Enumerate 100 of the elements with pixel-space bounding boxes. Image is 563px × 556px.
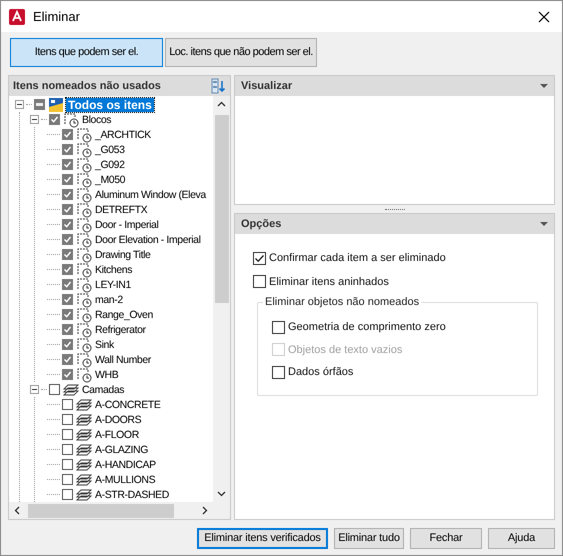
checkbox[interactable] (272, 366, 285, 379)
layers-icon (76, 412, 92, 428)
sort-icon[interactable] (210, 78, 226, 94)
tree-item[interactable]: A-FLOOR (94, 428, 140, 442)
tree-item[interactable]: _ARCHTICK (94, 128, 152, 142)
scroll-right-icon[interactable] (202, 506, 208, 515)
checkbox[interactable] (62, 219, 73, 230)
checkbox[interactable] (34, 99, 45, 110)
dialog-button[interactable]: Fechar (410, 528, 482, 549)
checkbox[interactable] (253, 252, 266, 265)
horizontal-scrollbar[interactable] (9, 502, 230, 519)
tree-item[interactable]: Camadas (81, 382, 126, 396)
scroll-up-icon[interactable] (217, 101, 226, 107)
checkbox[interactable] (62, 474, 73, 485)
checkbox[interactable] (62, 444, 73, 455)
block-icon (76, 352, 92, 368)
close-icon[interactable] (538, 10, 550, 22)
tree-item[interactable]: LEY-IN1 (94, 278, 132, 292)
collapse-icon[interactable] (540, 84, 548, 88)
checkbox[interactable] (62, 249, 73, 260)
layers-icon (76, 486, 92, 502)
tree-item[interactable]: Todos os itens (66, 98, 154, 112)
tree-item[interactable]: Door Elevation - Imperial (94, 232, 202, 246)
option-label: Geometria de comprimento zero (288, 320, 446, 335)
block-icon (76, 276, 92, 292)
panel-header[interactable]: Opções (235, 214, 554, 234)
checkbox[interactable] (62, 309, 73, 320)
tree-item[interactable]: Refrigerator (94, 322, 147, 336)
tree-item[interactable]: Kitchens (94, 262, 134, 276)
tree-item[interactable]: man-2 (94, 292, 124, 306)
checkbox[interactable] (62, 369, 73, 380)
checkbox[interactable] (62, 189, 73, 200)
tree-item[interactable]: DETREFTX (94, 202, 148, 216)
tree-item[interactable]: WHB (94, 368, 120, 382)
panel-header[interactable]: Visualizar (235, 76, 554, 96)
collapse-icon[interactable] (540, 222, 548, 226)
tree-item[interactable]: Sink (94, 338, 115, 352)
checkbox[interactable] (62, 429, 73, 440)
tree-item[interactable]: Drawing Title (94, 248, 152, 262)
tree-item[interactable]: Aluminum Window (Eleva (94, 188, 207, 202)
checkbox[interactable] (49, 114, 60, 125)
checkbox[interactable] (62, 144, 73, 155)
checkbox[interactable] (253, 275, 266, 288)
checkbox[interactable] (62, 414, 73, 425)
tree-item[interactable]: Wall Number (94, 352, 152, 366)
vertical-scrollbar[interactable] (213, 96, 230, 502)
checkbox[interactable] (62, 354, 73, 365)
checkbox[interactable] (49, 384, 60, 395)
checkbox[interactable] (62, 324, 73, 335)
tree-item[interactable]: _M050 (94, 172, 126, 186)
checkbox[interactable] (62, 159, 73, 170)
collapse-toggle[interactable] (30, 115, 39, 124)
panel-title: Itens nomeados não usados (13, 78, 162, 94)
tree-item[interactable]: Blocos (81, 112, 112, 126)
scroll-down-icon[interactable] (217, 491, 226, 497)
tree-item[interactable]: Door - Imperial (94, 218, 160, 232)
block-icon (76, 202, 92, 218)
tree-item[interactable]: A-STR-DASHED (94, 488, 170, 502)
dialog-button[interactable]: Ajuda (488, 528, 555, 549)
block-icon (76, 246, 92, 262)
tree-item[interactable]: A-GLAZING (94, 442, 149, 456)
tree-item[interactable]: A-CONCRETE (94, 398, 162, 412)
tab[interactable]: Loc. itens que não podem ser el. (165, 38, 317, 67)
tree-item[interactable]: _G092 (94, 158, 126, 172)
checkbox[interactable] (62, 399, 73, 410)
scroll-thumb[interactable] (214, 115, 228, 303)
block-icon (63, 112, 79, 128)
block-icon (76, 232, 92, 248)
checkbox[interactable] (62, 129, 73, 140)
tree-item[interactable]: _G053 (94, 142, 126, 156)
block-icon (76, 262, 92, 278)
tab[interactable]: Itens que podem ser el. (10, 38, 163, 67)
layers-icon (76, 472, 92, 488)
scroll-left-icon[interactable] (14, 506, 20, 515)
checkbox[interactable] (62, 339, 73, 350)
tree-item[interactable]: Range_Oven (94, 308, 154, 322)
checkbox[interactable] (62, 489, 73, 500)
layers-icon (76, 442, 92, 458)
dialog-button[interactable]: Eliminar tudo (334, 528, 404, 549)
block-icon (76, 172, 92, 188)
layers-icon (76, 426, 92, 442)
checkbox[interactable] (62, 204, 73, 215)
tree-item[interactable]: A-DOORS (94, 412, 142, 426)
tree-item[interactable]: A-MULLIONS (94, 472, 156, 486)
checkbox[interactable] (62, 264, 73, 275)
checkbox[interactable] (272, 320, 285, 334)
window-title: Eliminar (33, 8, 80, 26)
option-label: Objetos de texto vazios (288, 342, 402, 358)
checkbox[interactable] (62, 294, 73, 305)
checkbox[interactable] (62, 234, 73, 245)
checkbox[interactable] (62, 279, 73, 290)
dialog-button[interactable]: Eliminar itens verificados (197, 528, 328, 549)
checkbox[interactable] (62, 174, 73, 185)
checkbox[interactable] (62, 459, 73, 470)
layers-icon (76, 396, 92, 412)
tree-item[interactable]: A-HANDICAP (94, 458, 157, 472)
collapse-toggle[interactable] (30, 385, 39, 394)
scroll-thumb[interactable] (28, 504, 174, 518)
collapse-toggle[interactable] (15, 100, 24, 109)
block-icon (76, 322, 92, 338)
